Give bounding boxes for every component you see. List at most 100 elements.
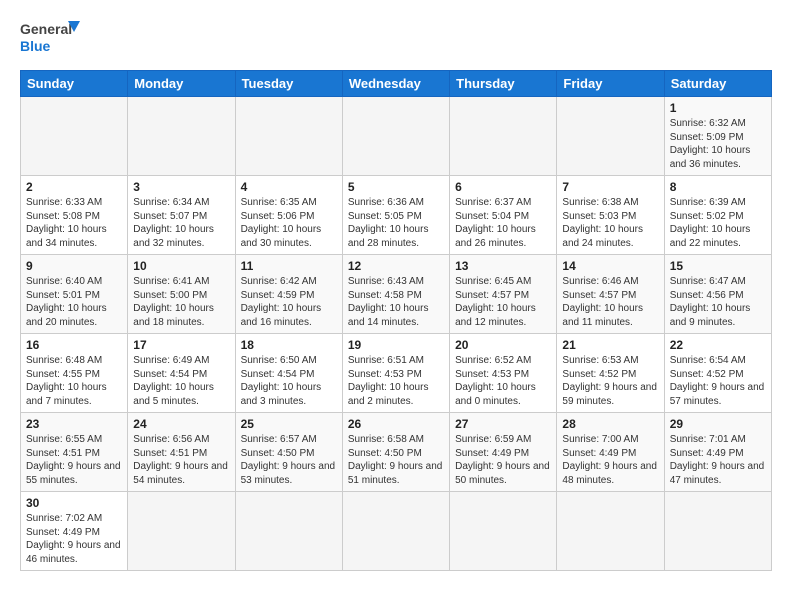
calendar-header-friday: Friday [557,71,664,97]
day-info: Sunrise: 6:52 AM Sunset: 4:53 PM Dayligh… [455,354,551,408]
calendar-cell: 16 Sunrise: 6:48 AM Sunset: 4:55 PM Dayli… [21,334,128,413]
day-info: Sunrise: 6:48 AM Sunset: 4:55 PM Dayligh… [26,354,122,408]
calendar-cell: 19 Sunrise: 6:51 AM Sunset: 4:53 PM Dayli… [342,334,449,413]
day-number: 18 [241,338,337,352]
calendar-header-saturday: Saturday [664,71,771,97]
calendar-cell [557,97,664,176]
day-info: Sunrise: 6:54 AM Sunset: 4:52 PM Dayligh… [670,354,766,408]
logo-svg: General Blue [20,16,80,60]
day-info: Sunrise: 6:59 AM Sunset: 4:49 PM Dayligh… [455,433,551,487]
calendar-cell [342,97,449,176]
day-number: 15 [670,259,766,273]
day-number: 4 [241,180,337,194]
svg-text:General: General [20,21,72,37]
calendar-cell: 9 Sunrise: 6:40 AM Sunset: 5:01 PM Daylig… [21,255,128,334]
calendar-cell: 6 Sunrise: 6:37 AM Sunset: 5:04 PM Daylig… [450,176,557,255]
day-number: 19 [348,338,444,352]
day-info: Sunrise: 6:42 AM Sunset: 4:59 PM Dayligh… [241,275,337,329]
day-info: Sunrise: 6:34 AM Sunset: 5:07 PM Dayligh… [133,196,229,250]
day-info: Sunrise: 6:51 AM Sunset: 4:53 PM Dayligh… [348,354,444,408]
day-number: 14 [562,259,658,273]
calendar-cell: 17Sunrise: 6:49 AM Sunset: 4:54 PM Dayli… [128,334,235,413]
calendar-week-2: 2 Sunrise: 6:33 AM Sunset: 5:08 PM Daylig… [21,176,772,255]
day-info: Sunrise: 7:01 AM Sunset: 4:49 PM Dayligh… [670,433,766,487]
day-info: Sunrise: 6:32 AM Sunset: 5:09 PM Dayligh… [670,117,766,171]
calendar-cell: 14Sunrise: 6:46 AM Sunset: 4:57 PM Dayli… [557,255,664,334]
calendar-cell: 3 Sunrise: 6:34 AM Sunset: 5:07 PM Daylig… [128,176,235,255]
calendar-cell: 25 Sunrise: 6:57 AM Sunset: 4:50 PM Dayli… [235,413,342,492]
calendar-cell [342,492,449,571]
calendar-cell: 4Sunrise: 6:35 AM Sunset: 5:06 PM Daylig… [235,176,342,255]
calendar-header-monday: Monday [128,71,235,97]
calendar-header-tuesday: Tuesday [235,71,342,97]
day-number: 21 [562,338,658,352]
day-number: 26 [348,417,444,431]
calendar-cell: 29 Sunrise: 7:01 AM Sunset: 4:49 PM Dayli… [664,413,771,492]
calendar-cell: 22 Sunrise: 6:54 AM Sunset: 4:52 PM Dayli… [664,334,771,413]
calendar-week-3: 9 Sunrise: 6:40 AM Sunset: 5:01 PM Daylig… [21,255,772,334]
day-number: 13 [455,259,551,273]
day-number: 16 [26,338,122,352]
calendar-cell: 8Sunrise: 6:39 AM Sunset: 5:02 PM Daylig… [664,176,771,255]
day-number: 12 [348,259,444,273]
day-info: Sunrise: 6:40 AM Sunset: 5:01 PM Dayligh… [26,275,122,329]
calendar-cell [450,97,557,176]
calendar-cell: 23 Sunrise: 6:55 AM Sunset: 4:51 PM Dayli… [21,413,128,492]
calendar-cell: 2 Sunrise: 6:33 AM Sunset: 5:08 PM Daylig… [21,176,128,255]
day-number: 6 [455,180,551,194]
svg-text:Blue: Blue [20,38,51,54]
day-number: 29 [670,417,766,431]
day-number: 2 [26,180,122,194]
day-info: Sunrise: 6:38 AM Sunset: 5:03 PM Dayligh… [562,196,658,250]
calendar-cell: 26 Sunrise: 6:58 AM Sunset: 4:50 PM Dayli… [342,413,449,492]
logo: General Blue [20,16,80,60]
calendar-cell: 11 Sunrise: 6:42 AM Sunset: 4:59 PM Dayli… [235,255,342,334]
calendar-cell: 13Sunrise: 6:45 AM Sunset: 4:57 PM Dayli… [450,255,557,334]
day-info: Sunrise: 6:58 AM Sunset: 4:50 PM Dayligh… [348,433,444,487]
calendar-cell: 15 Sunrise: 6:47 AM Sunset: 4:56 PM Dayli… [664,255,771,334]
day-info: Sunrise: 6:33 AM Sunset: 5:08 PM Dayligh… [26,196,122,250]
day-info: Sunrise: 6:47 AM Sunset: 4:56 PM Dayligh… [670,275,766,329]
day-number: 11 [241,259,337,273]
calendar-header-sunday: Sunday [21,71,128,97]
day-number: 10 [133,259,229,273]
day-info: Sunrise: 6:49 AM Sunset: 4:54 PM Dayligh… [133,354,229,408]
day-number: 5 [348,180,444,194]
day-info: Sunrise: 6:41 AM Sunset: 5:00 PM Dayligh… [133,275,229,329]
day-number: 22 [670,338,766,352]
day-number: 3 [133,180,229,194]
calendar-cell: 30Sunrise: 7:02 AM Sunset: 4:49 PM Dayli… [21,492,128,571]
day-number: 9 [26,259,122,273]
calendar-header-wednesday: Wednesday [342,71,449,97]
day-info: Sunrise: 7:00 AM Sunset: 4:49 PM Dayligh… [562,433,658,487]
page: General Blue SundayMondayTuesdayWednesda… [0,0,792,581]
day-info: Sunrise: 6:56 AM Sunset: 4:51 PM Dayligh… [133,433,229,487]
day-info: Sunrise: 7:02 AM Sunset: 4:49 PM Dayligh… [26,512,122,566]
day-number: 23 [26,417,122,431]
day-info: Sunrise: 6:37 AM Sunset: 5:04 PM Dayligh… [455,196,551,250]
calendar-header-row: SundayMondayTuesdayWednesdayThursdayFrid… [21,71,772,97]
calendar-cell [450,492,557,571]
day-info: Sunrise: 6:53 AM Sunset: 4:52 PM Dayligh… [562,354,658,408]
day-info: Sunrise: 6:39 AM Sunset: 5:02 PM Dayligh… [670,196,766,250]
calendar-cell [128,97,235,176]
calendar-cell [557,492,664,571]
calendar-cell: 21 Sunrise: 6:53 AM Sunset: 4:52 PM Dayli… [557,334,664,413]
day-info: Sunrise: 6:50 AM Sunset: 4:54 PM Dayligh… [241,354,337,408]
calendar-week-1: 1Sunrise: 6:32 AM Sunset: 5:09 PM Daylig… [21,97,772,176]
day-info: Sunrise: 6:43 AM Sunset: 4:58 PM Dayligh… [348,275,444,329]
day-info: Sunrise: 6:55 AM Sunset: 4:51 PM Dayligh… [26,433,122,487]
day-number: 27 [455,417,551,431]
day-number: 20 [455,338,551,352]
calendar-cell: 28 Sunrise: 7:00 AM Sunset: 4:49 PM Dayli… [557,413,664,492]
calendar-cell [128,492,235,571]
day-number: 25 [241,417,337,431]
day-number: 28 [562,417,658,431]
calendar-cell: 18 Sunrise: 6:50 AM Sunset: 4:54 PM Dayli… [235,334,342,413]
calendar-cell: 24Sunrise: 6:56 AM Sunset: 4:51 PM Dayli… [128,413,235,492]
day-number: 7 [562,180,658,194]
calendar-cell [235,492,342,571]
day-info: Sunrise: 6:36 AM Sunset: 5:05 PM Dayligh… [348,196,444,250]
day-info: Sunrise: 6:57 AM Sunset: 4:50 PM Dayligh… [241,433,337,487]
calendar-week-4: 16 Sunrise: 6:48 AM Sunset: 4:55 PM Dayli… [21,334,772,413]
